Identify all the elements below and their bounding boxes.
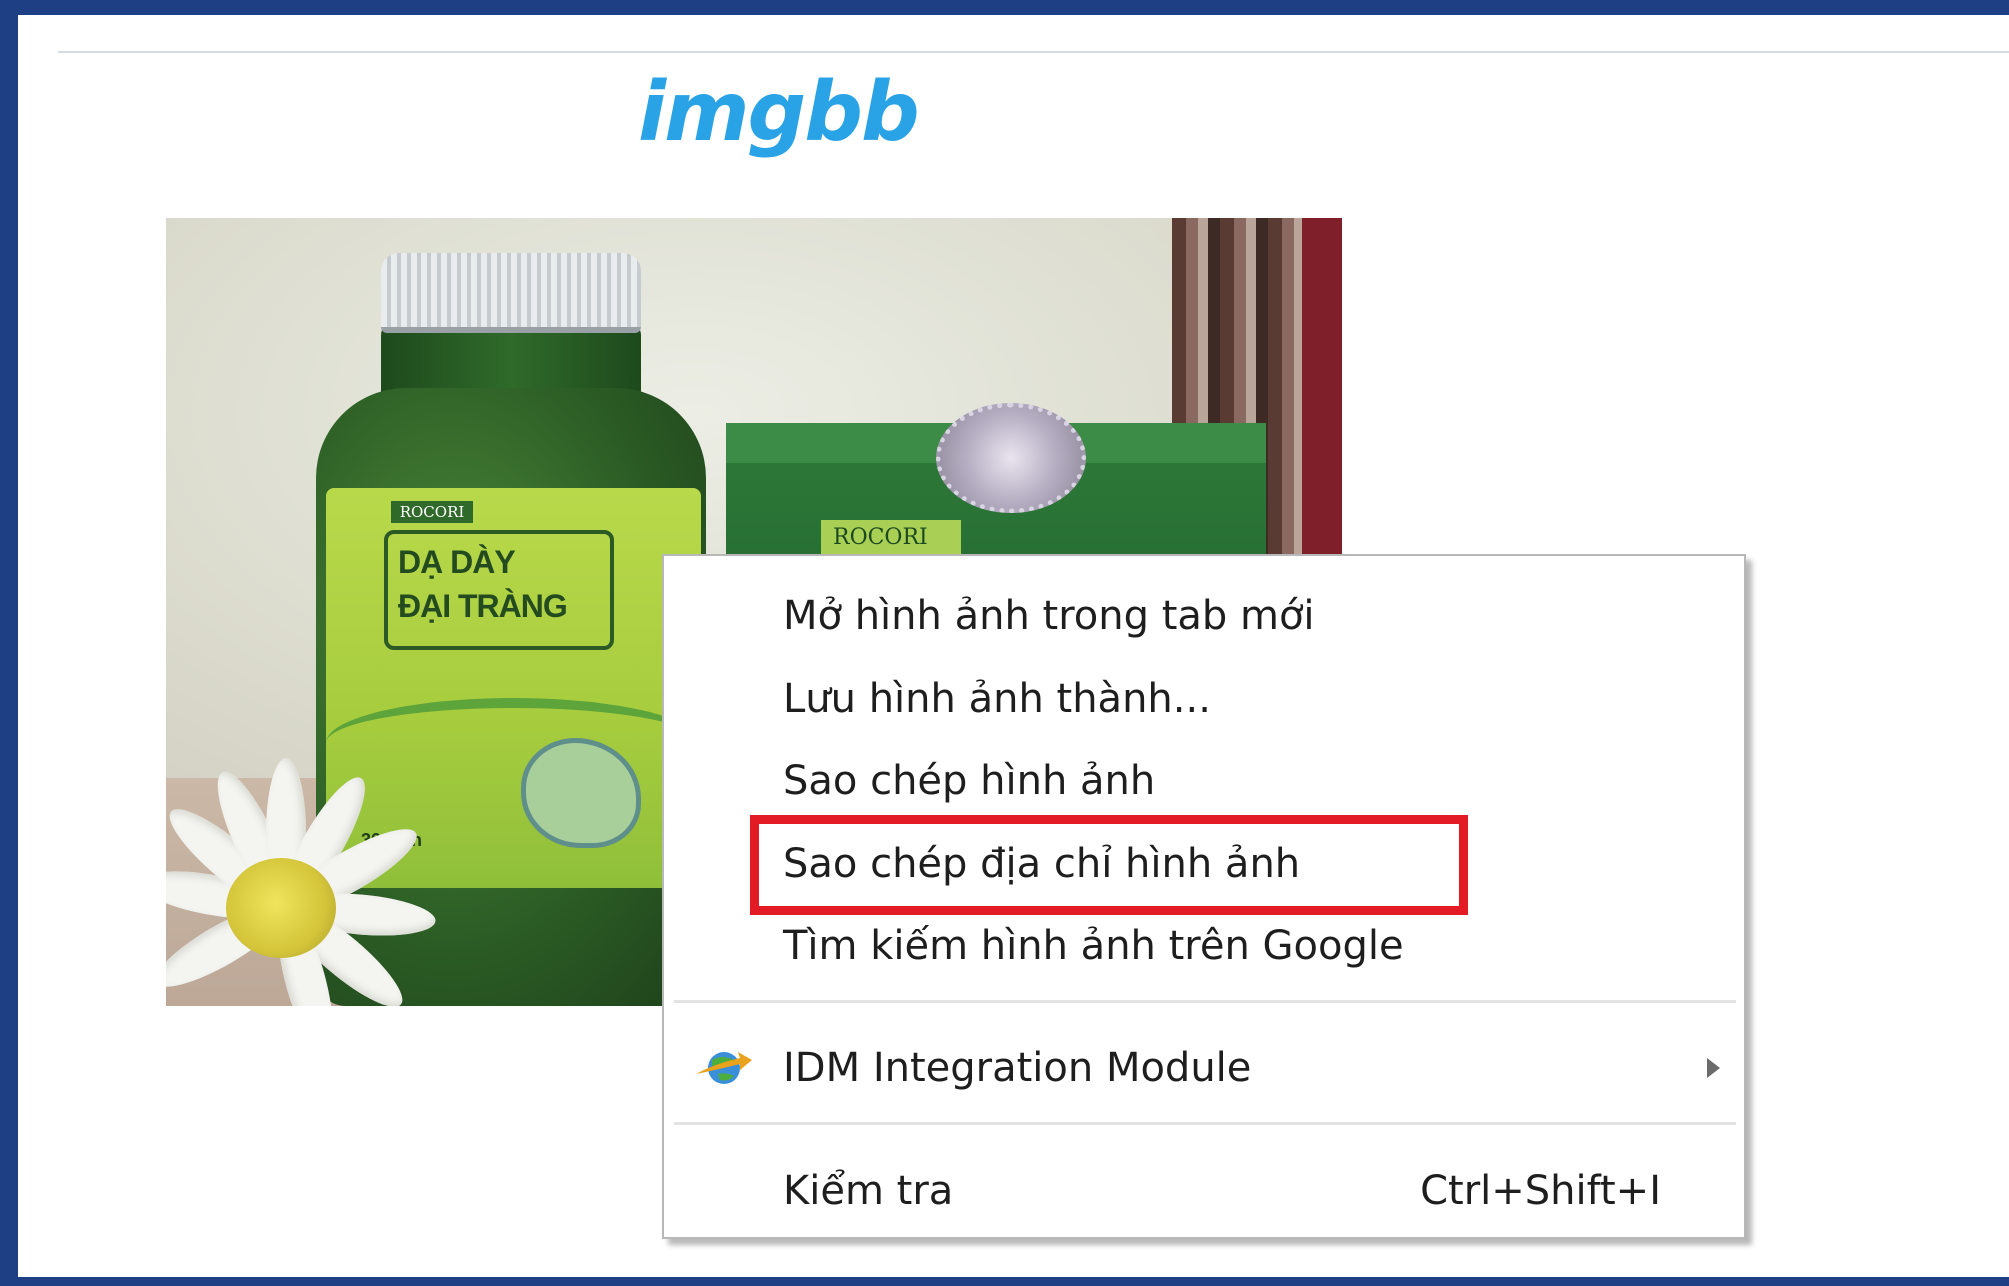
flower-center xyxy=(226,858,336,958)
menu-item-open-image-new-tab[interactable]: Mở hình ảnh trong tab mới xyxy=(664,584,1744,648)
menu-item-copy-image[interactable]: Sao chép hình ảnh xyxy=(664,749,1744,813)
imgbb-logo[interactable]: imgbb xyxy=(638,72,920,154)
context-menu: Mở hình ảnh trong tab mới Lưu hình ảnh t… xyxy=(662,554,1746,1239)
menu-item-inspect[interactable]: Kiểm tra Ctrl+Shift+I xyxy=(664,1159,1744,1223)
menu-item-label: Sao chép hình ảnh xyxy=(783,758,1156,804)
menu-item-idm-integration[interactable]: IDM Integration Module xyxy=(664,1036,1744,1100)
menu-item-label: Tìm kiếm hình ảnh trên Google xyxy=(783,923,1404,969)
menu-item-shortcut: Ctrl+Shift+I xyxy=(1420,1168,1661,1214)
menu-item-save-image-as[interactable]: Lưu hình ảnh thành... xyxy=(664,667,1744,731)
daisy-flower xyxy=(166,648,438,1006)
hologram-seal xyxy=(936,403,1086,513)
menu-item-label: Lưu hình ảnh thành... xyxy=(783,676,1211,722)
menu-item-copy-image-address[interactable]: Sao chép địa chỉ hình ảnh xyxy=(664,832,1744,896)
jar-cap xyxy=(381,253,641,333)
idm-globe-icon xyxy=(696,1052,752,1084)
menu-item-label: Mở hình ảnh trong tab mới xyxy=(783,593,1315,639)
menu-separator xyxy=(674,1000,1736,1003)
box-brand-label: ROCORI xyxy=(821,520,961,556)
jar-product-title: DẠ DÀY ĐẠI TRÀNG xyxy=(384,530,614,650)
jar-brand-label: ROCORI xyxy=(391,501,473,523)
menu-item-search-image-google[interactable]: Tìm kiếm hình ảnh trên Google xyxy=(664,914,1744,978)
divider xyxy=(58,51,2009,53)
jar-title-line-2: ĐẠI TRÀNG xyxy=(398,588,568,624)
menu-item-label: IDM Integration Module xyxy=(783,1045,1252,1091)
menu-item-label: Sao chép địa chỉ hình ảnh xyxy=(783,841,1301,887)
menu-item-label: Kiểm tra xyxy=(783,1168,954,1214)
submenu-arrow-icon xyxy=(1707,1058,1720,1078)
jar-title-line-1: DẠ DÀY xyxy=(398,544,516,580)
menu-separator xyxy=(674,1122,1736,1125)
